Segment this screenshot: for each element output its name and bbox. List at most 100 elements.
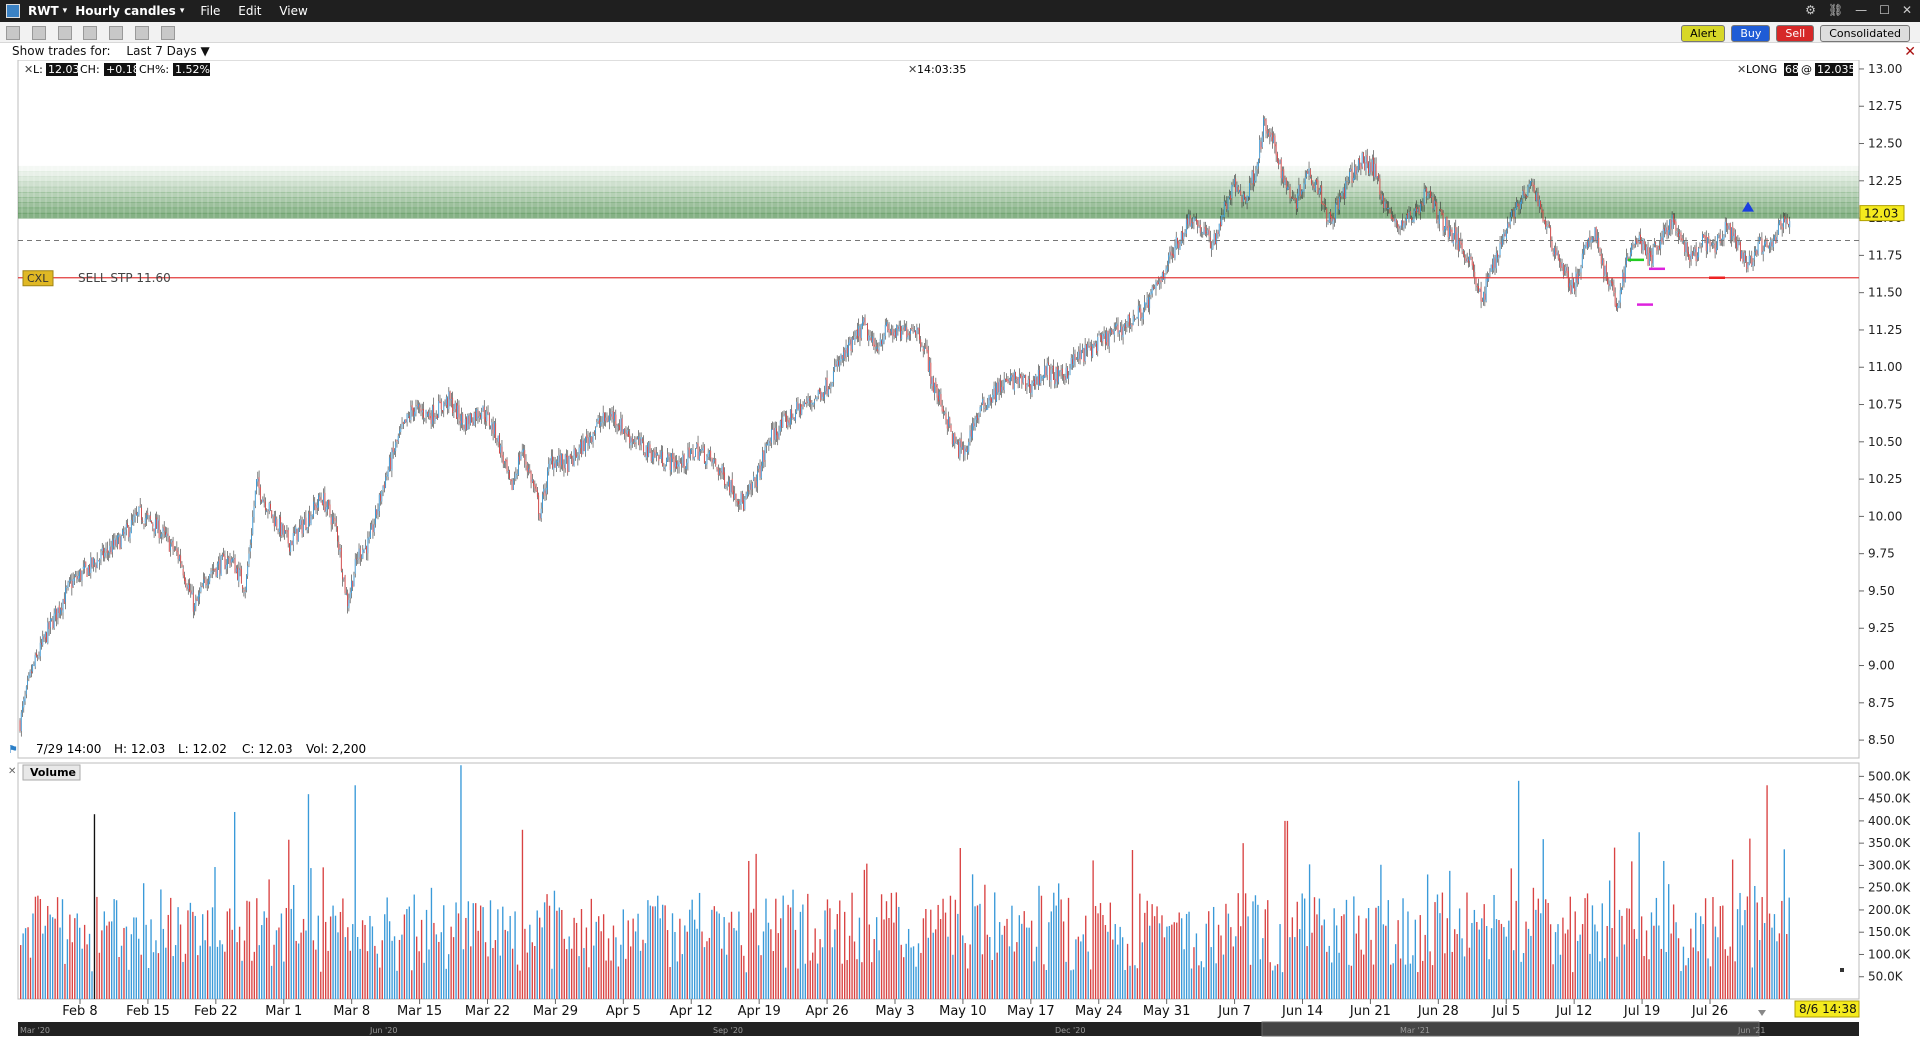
volume-bar	[1756, 902, 1758, 999]
candle-down	[366, 546, 368, 554]
candle-up	[1662, 229, 1664, 241]
show-trades-select[interactable]: Last 7 Days	[126, 44, 196, 58]
candle-up	[391, 449, 393, 471]
move-icon[interactable]	[160, 26, 175, 40]
candle-up	[520, 454, 522, 460]
volume-bar	[733, 928, 735, 999]
candle-down	[1322, 202, 1324, 206]
volume-bar	[305, 930, 307, 999]
chart-type-icon[interactable]	[6, 26, 20, 40]
volume-bar	[1663, 860, 1665, 999]
link-icon[interactable]: ⛓	[1828, 3, 1843, 17]
volume-bar	[556, 910, 558, 999]
chevron-down-icon[interactable]: ▾	[180, 6, 185, 16]
crosshair-icon[interactable]	[135, 26, 150, 40]
candle-down	[538, 495, 540, 514]
price-tick-label: 8.50	[1868, 733, 1895, 747]
candle-down	[1612, 281, 1614, 286]
candle-up	[443, 402, 445, 411]
close-icon[interactable]: ✕	[24, 63, 33, 76]
candle-up	[295, 527, 297, 534]
candle-up	[1193, 217, 1195, 223]
cancel-order-label[interactable]: CXL	[27, 272, 49, 285]
candle-down	[1117, 324, 1119, 333]
candle-down	[624, 429, 626, 434]
bar-icon[interactable]	[31, 26, 46, 40]
chevron-down-icon[interactable]: ▼	[200, 44, 209, 58]
volume-bar	[861, 962, 863, 999]
candle-down	[1235, 178, 1237, 192]
last-label: L:	[33, 63, 43, 76]
candle-down	[802, 404, 804, 407]
volume-bar	[1685, 965, 1687, 999]
volume-bar	[878, 950, 880, 999]
candle-down	[321, 501, 323, 505]
flag-icon[interactable]: ⚑	[8, 743, 18, 756]
candle-up	[34, 655, 36, 667]
candle-up	[1120, 326, 1121, 330]
candle-down	[606, 417, 608, 423]
close-panel-icon[interactable]: ✕	[1904, 44, 1916, 60]
volume-bar	[568, 936, 570, 999]
volume-bar	[1409, 963, 1412, 999]
candle-up	[1077, 357, 1078, 359]
candle-down	[559, 455, 561, 467]
candle-up	[1412, 220, 1414, 222]
scroll-right-icon[interactable]	[1758, 1010, 1766, 1016]
volume-bar	[625, 958, 627, 999]
interval-selector[interactable]: Hourly candles	[75, 4, 176, 18]
candle-up	[1427, 192, 1429, 199]
price-chart-svg[interactable]: 8.508.759.009.259.509.7510.0010.2510.501…	[0, 60, 1920, 1039]
close-icon[interactable]: ✕	[1737, 63, 1746, 76]
volume-bar	[1301, 893, 1303, 999]
navigator-window[interactable]	[1261, 1021, 1760, 1037]
time-tick-label: May 3	[875, 1004, 914, 1019]
settings-icon[interactable]: ⚙	[1805, 3, 1816, 17]
minimize-icon[interactable]: —	[1855, 3, 1867, 17]
close-icon[interactable]: ✕	[8, 766, 16, 777]
volume-bar	[1121, 937, 1124, 999]
candle-up	[638, 436, 640, 440]
chevron-down-icon[interactable]: ▾	[63, 6, 68, 16]
sell-button[interactable]: Sell	[1776, 25, 1815, 42]
consolidated-button[interactable]: Consolidated	[1820, 25, 1910, 42]
candle-down	[1500, 242, 1502, 245]
buy-button[interactable]: Buy	[1731, 25, 1771, 42]
volume-tick-label: 150.0K	[1868, 925, 1911, 939]
volume-bar	[1134, 965, 1136, 999]
volume-bar	[91, 971, 93, 999]
volume-bar	[312, 940, 315, 999]
candle-down	[309, 512, 311, 524]
maximize-icon[interactable]: ☐	[1879, 3, 1890, 17]
close-icon[interactable]: ✕	[1902, 3, 1912, 17]
volume-bar	[659, 918, 661, 999]
volume-bar	[792, 889, 794, 999]
candle-down	[1139, 307, 1140, 311]
volume-bar	[440, 932, 442, 999]
alert-button[interactable]: Alert	[1681, 25, 1726, 42]
candle-up	[659, 457, 661, 459]
candle-down	[743, 500, 745, 511]
candle-up	[326, 500, 328, 510]
volume-bar	[1483, 904, 1485, 999]
zoom-out-icon[interactable]	[109, 26, 124, 40]
menu-view[interactable]: View	[279, 4, 307, 18]
candle-down	[973, 423, 975, 427]
menu-file[interactable]: File	[200, 4, 220, 18]
zoom-in-icon[interactable]	[83, 26, 98, 40]
menu-edit[interactable]: Edit	[238, 4, 261, 18]
candle-down	[471, 413, 473, 422]
volume-bar	[1434, 902, 1436, 999]
price-tick-label: 9.25	[1868, 621, 1895, 635]
volume-bar	[652, 906, 654, 999]
volume-bar	[1242, 843, 1244, 999]
volume-bar	[1045, 969, 1048, 999]
ticker-symbol[interactable]: RWT	[28, 4, 59, 18]
candle-icon[interactable]	[57, 26, 72, 40]
candle-up	[109, 545, 111, 553]
volume-bar	[1490, 928, 1493, 999]
candle-down	[994, 388, 996, 400]
candle-up	[1254, 180, 1256, 184]
close-icon[interactable]: ✕	[908, 63, 917, 76]
chart-area[interactable]: 8.50 8.75 9.00 9.25 9.50 9.75 10.00 10.25 10.50 1…	[0, 60, 1920, 1039]
